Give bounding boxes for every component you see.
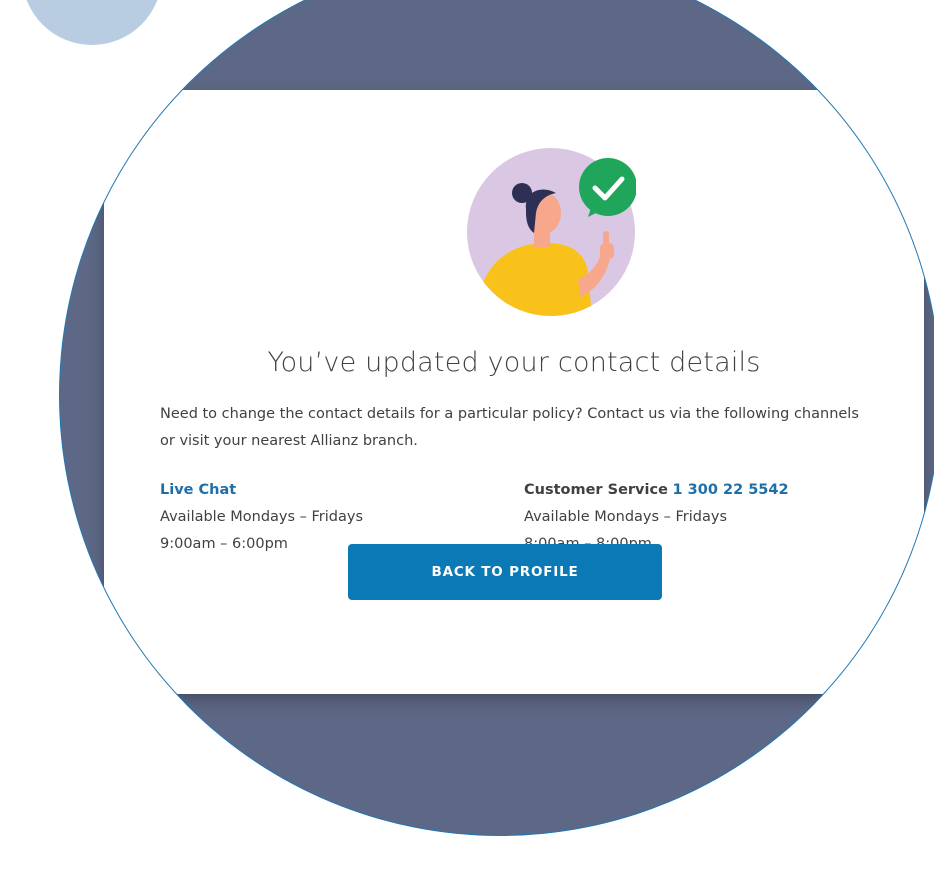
customer-service-days: Available Mondays – Fridays (524, 509, 728, 525)
live-chat-days: Available Mondays – Fridays (160, 509, 364, 525)
decorative-ring (22, 0, 162, 45)
intro-text: Need to change the contact details for a… (160, 406, 859, 449)
success-illustration (467, 148, 636, 316)
customer-service-phone-link[interactable]: 1 300 22 5542 (673, 482, 789, 498)
circular-frame: You’ve updated your contact details Need… (60, 0, 934, 835)
live-chat-link[interactable]: Live Chat (160, 477, 363, 504)
customer-service-label: Customer Service (524, 482, 668, 498)
back-to-profile-button[interactable]: BACK TO PROFILE (348, 544, 662, 600)
live-chat-hours: 9:00am – 6:00pm (160, 536, 288, 552)
confirmation-card: You’ve updated your contact details Need… (104, 90, 924, 694)
live-chat-block: Live Chat Available Mondays – Fridays 9:… (160, 477, 363, 558)
page: You’ve updated your contact details Need… (0, 0, 934, 873)
page-title: You’ve updated your contact details (267, 347, 761, 378)
